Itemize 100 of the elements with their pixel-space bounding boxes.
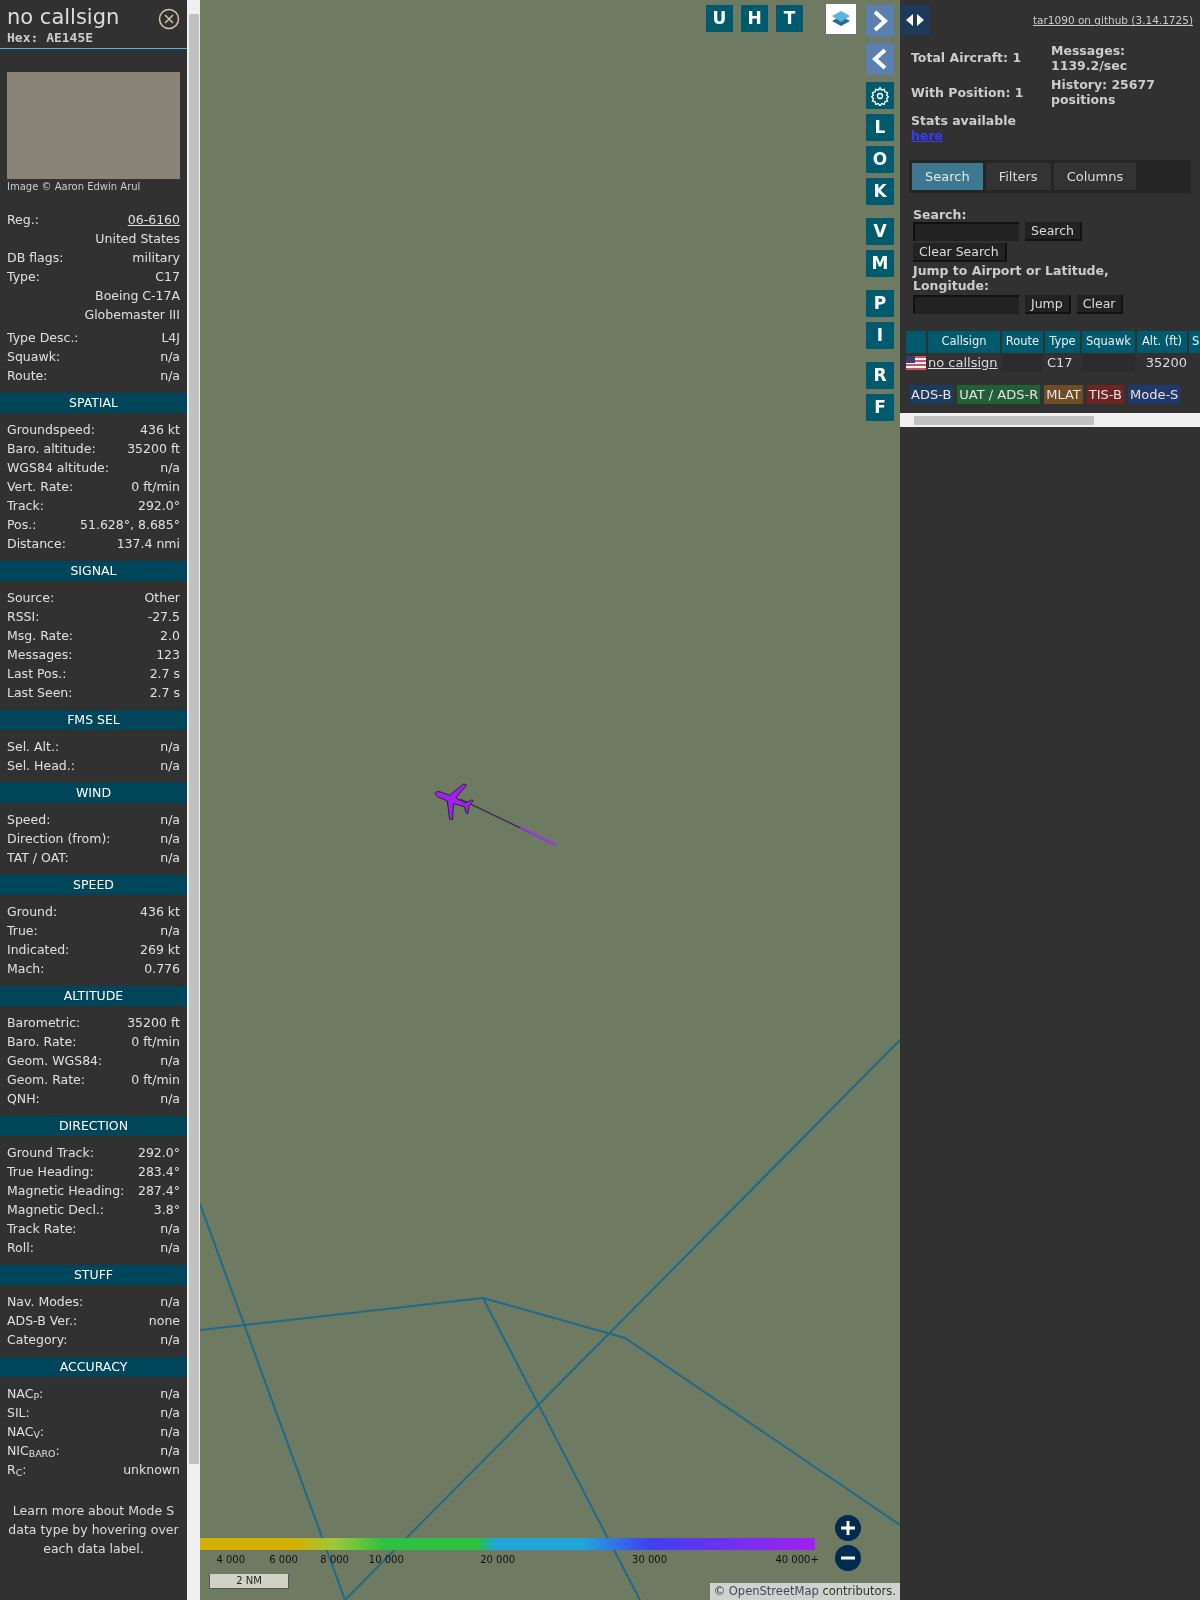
search-field[interactable]: [913, 222, 1019, 241]
photo-credit: Image © Aaron Edwin Arul: [7, 180, 142, 194]
previous-button[interactable]: [866, 43, 894, 75]
map-toggle-button[interactable]: M: [866, 250, 894, 277]
map-toggle-button[interactable]: L: [866, 114, 894, 141]
field-value: 35200 ft: [127, 1014, 180, 1032]
field-label: NAC$_{V}$:: [7, 1423, 45, 1441]
with-position-stat: With Position: 1: [911, 83, 1025, 102]
field-value: 436 kt: [140, 421, 180, 439]
field-label: Magnetic Decl.:: [7, 1201, 105, 1219]
map-toggle-button[interactable]: H: [741, 5, 768, 32]
field-label: Squawk:: [7, 348, 61, 366]
field-label: Source:: [7, 589, 55, 607]
field-value: 137.4 nmi: [116, 535, 180, 553]
field-label: Last Seen:: [7, 684, 73, 702]
map-attribution: © OpenStreetMap contributors.: [709, 1582, 900, 1600]
section-header: WIND: [0, 783, 187, 803]
column-header[interactable]: Route: [1002, 331, 1043, 353]
field-label: Sel. Alt.:: [7, 738, 60, 756]
empty-table-cell: [1002, 354, 1043, 372]
zoom-in-button[interactable]: [835, 1515, 861, 1541]
map-toggle-button[interactable]: R: [866, 362, 894, 389]
section-header: SPATIAL: [0, 393, 187, 413]
section-header: ACCURACY: [0, 1357, 187, 1377]
tab[interactable]: Search: [912, 163, 983, 190]
help-text: Learn more about Mode S data type by hovering over each data label.: [7, 1502, 180, 1558]
search-button[interactable]: Search: [1025, 222, 1082, 241]
scrollbar[interactable]: [187, 0, 200, 1600]
column-header[interactable]: Type: [1045, 331, 1080, 353]
map-toggle-button[interactable]: P: [866, 290, 894, 317]
map-view[interactable]: U H T L O K V M P I R F 4 000 6 000 8 000 10 000 20 000 30 000 40 000+ 2 NM © OpenStreetMap contributors.: [200, 0, 900, 1600]
aircraft-icon[interactable]: [432, 780, 474, 820]
field-label: Track Rate:: [7, 1220, 77, 1238]
tab[interactable]: Filters: [985, 163, 1051, 190]
column-header[interactable]: Alt. (ft): [1137, 331, 1187, 353]
section-header: FMS SEL: [0, 710, 187, 730]
field-value: n/a: [160, 1331, 180, 1349]
field-label: Magnetic Heading:: [7, 1182, 125, 1200]
callsign-title: no callsign: [7, 5, 120, 30]
callsign-link[interactable]: no callsign: [928, 354, 1000, 372]
map-toggle-button[interactable]: O: [866, 146, 894, 173]
map-toggle-button[interactable]: I: [866, 322, 894, 349]
altitude-cell-text: 35200: [1144, 354, 1187, 372]
close-icon[interactable]: [158, 8, 180, 30]
column-header[interactable]: Squawk: [1082, 331, 1135, 353]
settings-icon: [870, 85, 890, 106]
field-value: 269 kt: [140, 941, 180, 959]
map-toggle-button[interactable]: F: [866, 394, 894, 421]
github-link[interactable]: tar1090 on github (3.14.1725): [1033, 13, 1193, 29]
left-right-arrows-icon: [905, 13, 925, 27]
field-value: 0 ft/min: [131, 1071, 180, 1089]
next-button[interactable]: [866, 5, 894, 37]
jump-field[interactable]: [913, 295, 1019, 314]
field-label: Geom. WGS84:: [7, 1052, 103, 1070]
openstreetmap-link[interactable]: OpenStreetMap: [728, 1583, 819, 1598]
settings-button[interactable]: [866, 82, 894, 109]
field-label: Ground:: [7, 903, 58, 921]
stats-label: Stats available: [910, 113, 1017, 128]
field-value: n/a: [160, 1385, 180, 1403]
column-header[interactable]: Callsign: [928, 331, 1000, 353]
map-toggle-button[interactable]: K: [866, 178, 894, 205]
map-toggle-button[interactable]: T: [776, 5, 803, 32]
total-aircraft-stat: Total Aircraft: 1: [911, 49, 1023, 67]
search-label: Search:: [913, 207, 968, 222]
field-value: 292.0°: [137, 497, 180, 515]
field-label: Track:: [7, 497, 44, 515]
type-cell-text: C17: [1046, 354, 1074, 372]
field-label: Ground Track:: [7, 1144, 94, 1162]
clear-button[interactable]: Clear: [1076, 295, 1124, 314]
source-tag: MLAT: [1044, 385, 1083, 404]
map-toggle-button[interactable]: V: [866, 218, 894, 245]
clear-search-button[interactable]: Clear Search: [913, 243, 1007, 262]
plus-icon: [840, 1520, 856, 1536]
column-header[interactable]: S: [1189, 331, 1200, 353]
map-toggle-button[interactable]: U: [706, 5, 733, 32]
field-label: True:: [7, 922, 38, 940]
section-header: SPEED: [0, 875, 187, 895]
jump-button[interactable]: Jump: [1025, 295, 1071, 314]
layers-button[interactable]: [826, 4, 856, 34]
field-value: Other: [144, 589, 180, 607]
field-label: Msg. Rate:: [7, 627, 74, 645]
field-label: Pos.:: [7, 516, 37, 534]
field-label: Barometric:: [7, 1014, 81, 1032]
source-tag: ADS-B: [909, 385, 954, 404]
field-value: none: [148, 1312, 180, 1330]
field-label: Category:: [7, 1331, 68, 1349]
field-label: Type Desc.:: [7, 329, 79, 347]
field-label: Reg.:: [7, 211, 39, 229]
field-label: Direction (from):: [7, 830, 111, 848]
registration-link[interactable]: 06-6160: [127, 210, 180, 229]
field-value: n/a: [160, 1239, 180, 1257]
tab[interactable]: Columns: [1053, 163, 1137, 190]
horizontal-scrollbar[interactable]: [900, 413, 1200, 427]
altitude-label: 30 000: [632, 1553, 668, 1567]
messages-stat: Messages: 1139.2/sec: [1051, 43, 1129, 73]
field-value: n/a: [160, 1052, 180, 1070]
toggle-sidebar-button[interactable]: [900, 5, 930, 35]
field-value: 283.4°: [137, 1163, 180, 1181]
zoom-out-button[interactable]: [835, 1545, 861, 1571]
field-value: 2.7 s: [149, 684, 180, 702]
